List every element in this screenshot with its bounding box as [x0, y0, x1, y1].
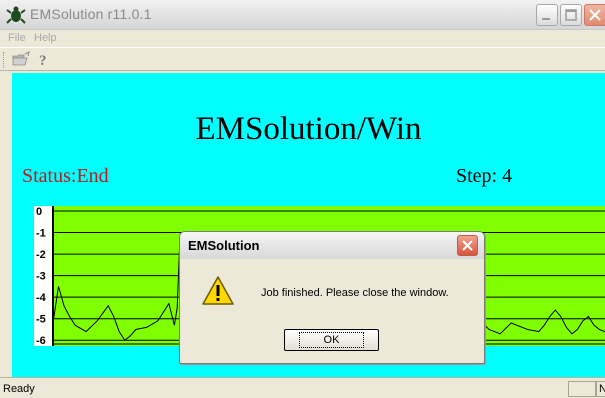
dialog-close-button[interactable]	[457, 235, 478, 256]
chart-tick-label: 0	[36, 206, 42, 218]
app-icon	[6, 6, 26, 24]
status-cell	[568, 381, 596, 397]
open-folder-icon	[12, 51, 30, 66]
close-button[interactable]	[584, 4, 605, 26]
chart-tick-label: -4	[36, 292, 47, 304]
svg-text:?: ?	[39, 53, 47, 69]
window-title: EMSolution r11.0.1	[30, 6, 152, 22]
question-icon: ?	[39, 53, 47, 69]
warning-icon	[202, 276, 234, 305]
status-text: Ready	[3, 383, 35, 395]
close-icon	[589, 9, 601, 21]
num-lock-indicator: NU	[596, 381, 605, 397]
menu-bar: File Help	[0, 30, 605, 47]
menu-file[interactable]: File	[8, 32, 26, 44]
chart-tick-label: -3	[36, 271, 46, 283]
close-icon	[462, 240, 473, 251]
toolbar: ?	[0, 47, 605, 71]
menu-help[interactable]: Help	[34, 32, 57, 44]
ok-button-label: OK	[298, 332, 365, 348]
title-bar[interactable]: EMSolution r11.0.1	[0, 0, 605, 30]
open-button[interactable]	[10, 50, 32, 69]
chart-tick-label: -6	[36, 335, 46, 347]
ok-button[interactable]: OK	[284, 329, 379, 351]
toolbar-grip[interactable]	[3, 52, 6, 68]
maximize-button[interactable]	[560, 4, 582, 26]
minimize-icon	[542, 18, 550, 20]
step-label: Step: 4	[456, 165, 513, 187]
status-label: Status:End	[22, 165, 109, 187]
help-button[interactable]: ?	[32, 50, 54, 69]
dialog-title: EMSolution	[188, 238, 260, 253]
dialog-message: Job finished. Please close the window.	[261, 287, 449, 299]
app-heading: EMSolution/Win	[195, 111, 422, 147]
maximize-icon	[565, 9, 577, 21]
chart-tick-label: -1	[36, 228, 46, 240]
message-dialog: EMSolution Job finished. Please close th…	[179, 231, 485, 364]
minimize-button[interactable]	[536, 4, 558, 26]
dialog-title-bar[interactable]: EMSolution	[180, 232, 484, 259]
chart-tick-label: -2	[36, 249, 46, 261]
status-bar: Ready NU	[0, 377, 605, 398]
chart-tick-label: -5	[36, 314, 46, 326]
